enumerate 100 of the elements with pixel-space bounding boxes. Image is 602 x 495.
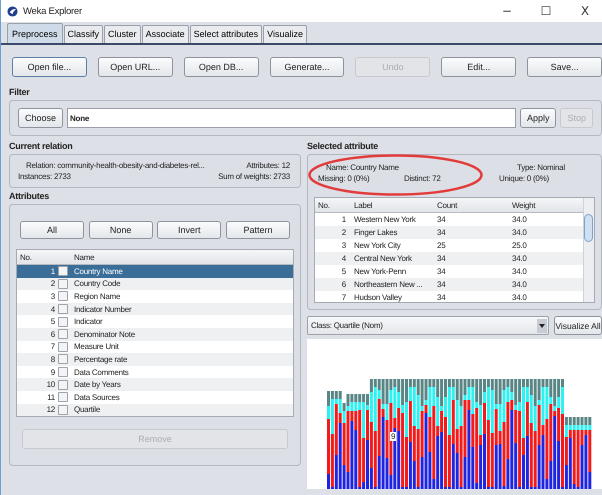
sum-of-weights: Sum of weights: 2733 [218, 172, 290, 181]
tab[interactable]: Associate [142, 25, 189, 43]
checkbox[interactable] [58, 354, 68, 364]
tab[interactable]: Visualize [263, 25, 307, 43]
checkbox[interactable] [58, 342, 68, 352]
attribute-name: Indicator Number [73, 304, 132, 314]
table-cell-text: 5 [340, 267, 347, 276]
attribute-row[interactable]: 10 Date by Years [17, 378, 293, 391]
row-number: 2 [50, 279, 56, 288]
attribute-name: Name: Country Name [325, 163, 400, 172]
window-title: Weka Explorer [23, 6, 82, 16]
scrollbar[interactable] [583, 198, 594, 302]
attribute-name: Percentage rate [73, 354, 128, 364]
attribute-row[interactable]: 5 Indicator [17, 315, 293, 328]
table-cell-text: Finger Lakes [353, 228, 398, 237]
selection-button[interactable]: None [88, 221, 153, 239]
checkbox[interactable] [58, 380, 68, 390]
checkbox[interactable] [58, 291, 68, 302]
tab[interactable]: Classify [64, 25, 104, 43]
table-cell-text: 34 [436, 228, 446, 237]
selection-button[interactable]: All [20, 221, 84, 239]
distinct-count: Distinct: 72 [404, 174, 442, 183]
selection-button[interactable]: Pattern [226, 221, 290, 239]
attribute-row[interactable]: 9 Data Comments [17, 366, 293, 378]
table-cell-text: 34.0 [511, 215, 528, 224]
table-cell-text: New York-Penn [353, 267, 407, 276]
table-cell-text: 2 [340, 228, 347, 237]
attribute-row[interactable]: 7 Measure Unit [17, 340, 293, 354]
tab[interactable]: Preprocess [7, 23, 63, 43]
checkbox[interactable] [58, 367, 68, 378]
table-cell-text: 34.0 [511, 254, 528, 263]
attribute-row[interactable]: 6 Denominator Note [17, 328, 293, 341]
row-number: 9 [50, 368, 56, 377]
class-dropdown[interactable]: Class: Quartile (Nom) [307, 316, 549, 335]
toolbar-button[interactable]: Open URL... [98, 57, 173, 77]
attribute-row[interactable]: 1 Country Name [17, 265, 293, 278]
table-cell-text: 3 [340, 241, 347, 250]
attribute-row[interactable]: 4 Indicator Number [17, 302, 293, 316]
attribute-name: Region Name [73, 292, 120, 301]
toolbar-button[interactable]: Open file... [12, 57, 87, 77]
filter-field[interactable]: None [67, 108, 516, 128]
window-control[interactable]: X [568, 4, 602, 18]
unique-count: Unique: 0 (0%) [499, 174, 550, 183]
tab[interactable]: Select attributes [190, 25, 262, 43]
checkbox[interactable] [58, 404, 68, 415]
toolbar-button[interactable]: Save... [527, 57, 602, 77]
attribute-row[interactable]: 11 Data Sources [17, 390, 293, 404]
table-cell-text: 34 [436, 293, 446, 302]
attribute-name: Quartile [73, 405, 100, 414]
row-number: 11 [46, 392, 56, 402]
row-number: 3 [50, 292, 56, 301]
table-cell-text: 34.0 [511, 267, 528, 276]
attribute-row[interactable]: 8 Percentage rate [17, 353, 293, 366]
column-header: Count [436, 200, 458, 210]
table-cell-text: 34.0 [511, 228, 528, 237]
section-heading: Selected attribute [307, 140, 380, 153]
attribute-type: Type: Nominal [516, 163, 566, 172]
attribute-name: Denominator Note [73, 330, 135, 339]
table-cell-text: 34.0 [511, 280, 528, 289]
bar-label: 9 [390, 432, 396, 441]
window-control[interactable]: ☐ [529, 4, 563, 18]
attribute-row[interactable]: 3 Region Name [17, 290, 293, 303]
visualize-all-button[interactable]: Visualize All [554, 316, 602, 335]
row-number: 10 [46, 380, 56, 390]
table-cell-text: Western New York [353, 215, 417, 224]
checkbox[interactable] [58, 304, 68, 314]
attribute-name: Country Code [73, 279, 120, 288]
table-cell-text: 7 [340, 293, 347, 302]
apply-button[interactable]: Apply [520, 108, 556, 128]
section-heading: Attributes [9, 190, 50, 203]
toolbar-button[interactable]: Generate... [270, 57, 344, 77]
table-cell-text: 34 [436, 267, 446, 276]
checkbox[interactable] [58, 392, 68, 402]
row-number: 12 [46, 405, 56, 414]
table-cell-text: 34.0 [511, 293, 528, 302]
row-number: 8 [50, 354, 56, 364]
missing-count: Missing: 0 (0%) [318, 174, 370, 183]
checkbox[interactable] [58, 329, 68, 340]
row-number: 4 [50, 304, 56, 314]
checkbox[interactable] [58, 266, 68, 276]
attribute-name: Data Sources [73, 392, 120, 402]
attribute-row[interactable]: 2 Country Code [17, 278, 293, 290]
column-header: No. [317, 200, 331, 210]
checkbox[interactable] [58, 278, 68, 289]
toolbar-button[interactable]: Open DB... [184, 57, 259, 77]
selection-button[interactable]: Invert [157, 221, 222, 239]
choose-button[interactable]: Choose [18, 108, 64, 128]
attribute-row[interactable]: 12 Quartile [17, 404, 293, 416]
table-cell-text: Hudson Valley [353, 293, 403, 302]
tab[interactable]: Cluster [104, 25, 141, 43]
checkbox[interactable] [58, 316, 68, 327]
window-control[interactable]: − [490, 4, 524, 18]
table-cell-text: 6 [340, 280, 347, 289]
attribute-name: Measure Unit [73, 342, 119, 352]
toolbar-button[interactable]: Edit... [441, 57, 516, 77]
table-cell-text: 4 [340, 254, 347, 263]
instances-count: Instances: 2733 [18, 172, 71, 181]
attribute-name: Date by Years [73, 380, 121, 390]
row-number: 6 [50, 330, 56, 339]
attributes-count: Attributes: 12 [246, 161, 290, 170]
